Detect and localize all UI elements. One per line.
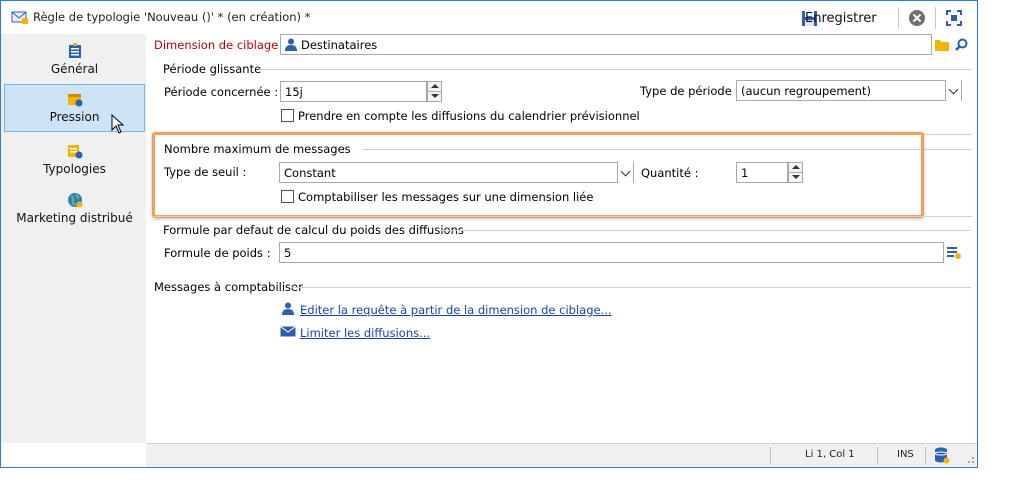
period-group-title: Période glissante [163,62,262,76]
person-icon [285,38,297,51]
targeting-dimension-label: Dimension de ciblage : [154,38,286,52]
weight-group-title: Formule par defaut de calcul du poids de… [163,223,464,237]
window-title: Règle de typologie 'Nouveau ()' * (en cr… [33,10,311,24]
globe-icon [67,193,82,208]
save-button-label: Enregistrer [805,10,877,26]
targeting-dimension-value: Destinataires [301,38,378,52]
sidebar-item-label: Pression [49,110,100,124]
period-type-label: Type de période : [640,84,740,98]
period-type-dropdown-button[interactable] [945,80,961,101]
spin-down-button[interactable] [428,92,441,102]
title-bar: Règle de typologie 'Nouveau ()' * (en cr… [1,1,977,34]
weight-formula-value: 5 [284,246,292,260]
messages-group-title: Messages à comptabiliser [154,280,303,294]
period-type-value: (aucun regroupement) [741,84,871,98]
up-arrow-icon [431,84,439,88]
status-separator [770,447,771,464]
typologies-icon [67,145,82,159]
sidebar-item-marketing-distribue[interactable]: Marketing distribué [4,189,145,229]
pression-icon [67,94,82,107]
status-separator [877,447,878,464]
save-button[interactable]: Enregistrer [801,7,877,29]
targeting-dimension-field[interactable]: Destinataires [280,34,932,55]
toolbar-separator [935,7,936,29]
period-concerned-input[interactable]: 15j [280,81,427,102]
calendar-checkbox-label: Prendre en compte les diffusions du cale… [298,109,640,123]
group-divider [152,216,972,217]
sidebar-item-general[interactable]: Général [4,40,145,80]
database-icon [934,447,950,464]
group-divider [259,69,971,70]
search-icon[interactable] [955,38,968,51]
status-bar: Li 1, Col 1 INS [146,443,977,467]
calendar-checkbox[interactable] [281,109,294,122]
chevron-down-icon [948,84,959,95]
envelope-icon [280,326,296,337]
weight-formula-label: Formule de poids : [164,246,271,260]
weight-formula-input[interactable]: 5 [279,242,944,263]
period-concerned-label: Période concernée : [164,85,279,99]
person-icon [282,302,294,315]
group-divider [441,230,971,231]
period-concerned-spinner[interactable] [427,81,442,102]
general-icon [68,43,81,58]
folder-icon[interactable] [935,38,949,51]
status-separator [925,447,926,464]
edit-query-link[interactable]: Editer la requête à partir de la dimensi… [300,303,612,317]
period-concerned-value: 15j [285,85,303,99]
group-divider [291,287,971,288]
expression-editor-icon[interactable] [947,246,961,259]
down-arrow-icon [431,93,439,98]
spin-up-button[interactable] [428,82,441,92]
envelope-rule-icon [11,11,28,24]
cursor-position: Li 1, Col 1 [805,449,855,460]
toolbar-separator [898,7,899,29]
mouse-cursor-icon [111,114,125,134]
resize-grip-icon[interactable] [959,443,977,467]
rule-editor-window: Règle de typologie 'Nouveau ()' * (en cr… [0,0,978,468]
highlight-frame [152,132,924,218]
fullscreen-icon[interactable] [946,10,962,26]
cancel-icon[interactable] [909,10,925,26]
sidebar-item-label: Marketing distribué [16,211,133,225]
sidebar: Général Pression Typologies Marketing di… [1,34,146,443]
sidebar-item-label: Typologies [43,162,106,176]
sidebar-item-typologies[interactable]: Typologies [4,140,145,180]
limit-deliveries-link[interactable]: Limiter les diffusions... [300,326,430,340]
period-type-select[interactable]: (aucun regroupement) [736,80,962,101]
sidebar-item-label: Général [50,62,99,76]
insert-mode: INS [897,449,914,460]
